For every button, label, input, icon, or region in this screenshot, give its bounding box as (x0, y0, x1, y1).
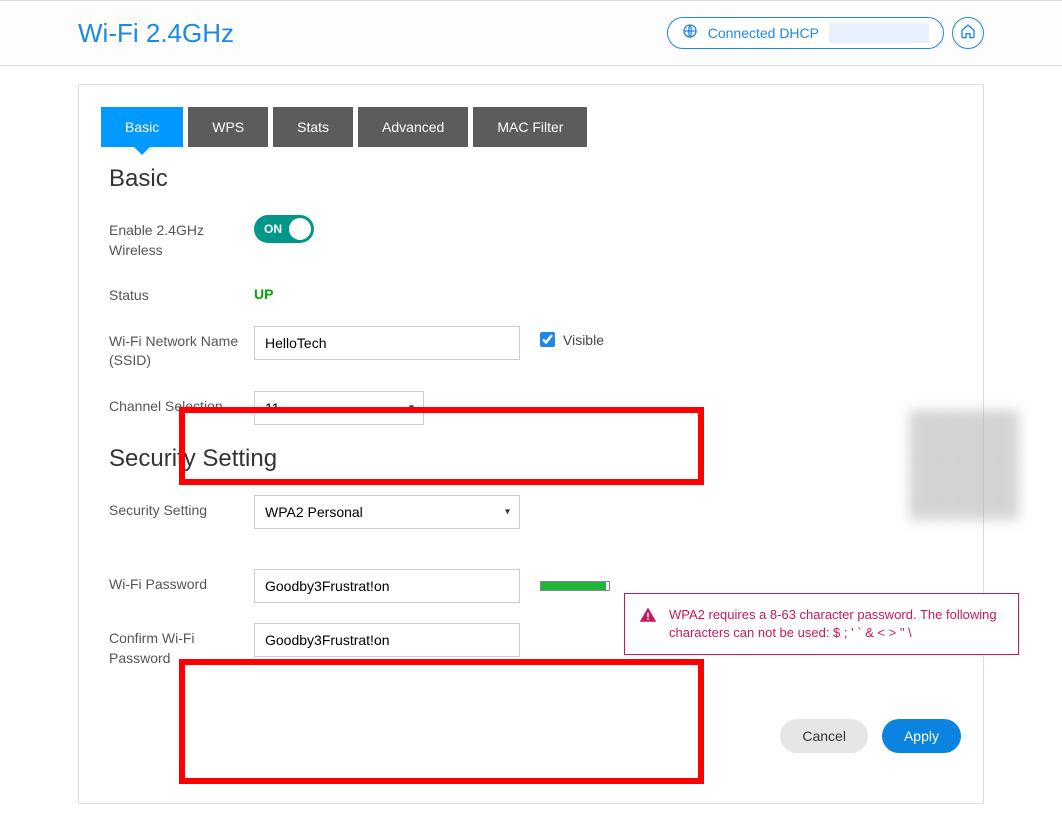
home-button[interactable] (952, 17, 984, 49)
footer-buttons: Cancel Apply (780, 719, 961, 753)
tab-advanced[interactable]: Advanced (358, 107, 468, 147)
basic-heading: Basic (109, 165, 953, 193)
settings-panel: Basic WPS Stats Advanced MAC Filter Basi… (78, 84, 984, 804)
toggle-on-text: ON (264, 222, 282, 236)
visible-checkbox-row: Visible (540, 326, 604, 348)
security-setting-label: Security Setting (109, 495, 254, 521)
tab-stats[interactable]: Stats (273, 107, 353, 147)
confirm-password-label: Confirm Wi-Fi Password (109, 623, 254, 668)
cancel-button[interactable]: Cancel (780, 719, 868, 753)
password-input[interactable] (254, 569, 520, 603)
password-strength-fill (541, 582, 606, 590)
password-strength-meter (540, 581, 610, 591)
password-info-box: WPA2 requires a 8-63 character password.… (624, 593, 1019, 655)
connection-status-text: Connected DHCP (708, 25, 819, 41)
enable-wireless-row: Enable 2.4GHz Wireless ON (101, 215, 961, 260)
channel-select[interactable]: 11 (254, 391, 424, 425)
ssid-input[interactable] (254, 326, 520, 360)
security-setting-row: Security Setting WPA2 Personal ▾ (101, 495, 961, 529)
warning-icon (639, 606, 657, 642)
status-value: UP (254, 280, 273, 302)
ssid-row: Wi-Fi Network Name (SSID) Visible (101, 326, 961, 371)
security-setting-select[interactable]: WPA2 Personal (254, 495, 520, 529)
status-row: Status UP (101, 280, 961, 306)
tab-wps[interactable]: WPS (188, 107, 268, 147)
password-label: Wi-Fi Password (109, 569, 254, 595)
visible-label: Visible (563, 332, 604, 348)
qr-code-image (909, 410, 1019, 520)
channel-row: Channel Selection 11 ▾ (101, 391, 961, 425)
status-group: Connected DHCP (667, 17, 984, 49)
tab-bar: Basic WPS Stats Advanced MAC Filter (101, 107, 961, 147)
visible-checkbox[interactable] (540, 332, 555, 347)
connection-status-pill[interactable]: Connected DHCP (667, 17, 944, 49)
confirm-password-input[interactable] (254, 623, 520, 657)
status-label: Status (109, 280, 254, 306)
channel-label: Channel Selection (109, 391, 254, 417)
password-info-text: WPA2 requires a 8-63 character password.… (669, 606, 1004, 642)
globe-icon (682, 23, 698, 44)
highlight-box-password (179, 659, 704, 784)
tab-basic[interactable]: Basic (101, 107, 183, 147)
home-icon (960, 23, 976, 44)
enable-wireless-toggle[interactable]: ON (254, 215, 314, 243)
apply-button[interactable]: Apply (882, 719, 961, 753)
page-title: Wi-Fi 2.4GHz (78, 18, 234, 49)
enable-wireless-label: Enable 2.4GHz Wireless (109, 215, 254, 260)
connection-ip-redacted (829, 23, 929, 43)
header-bar: Wi-Fi 2.4GHz Connected DHCP (0, 0, 1062, 66)
tab-mac-filter[interactable]: MAC Filter (473, 107, 587, 147)
ssid-label: Wi-Fi Network Name (SSID) (109, 326, 254, 371)
toggle-knob (289, 218, 311, 240)
security-heading: Security Setting (109, 445, 953, 473)
